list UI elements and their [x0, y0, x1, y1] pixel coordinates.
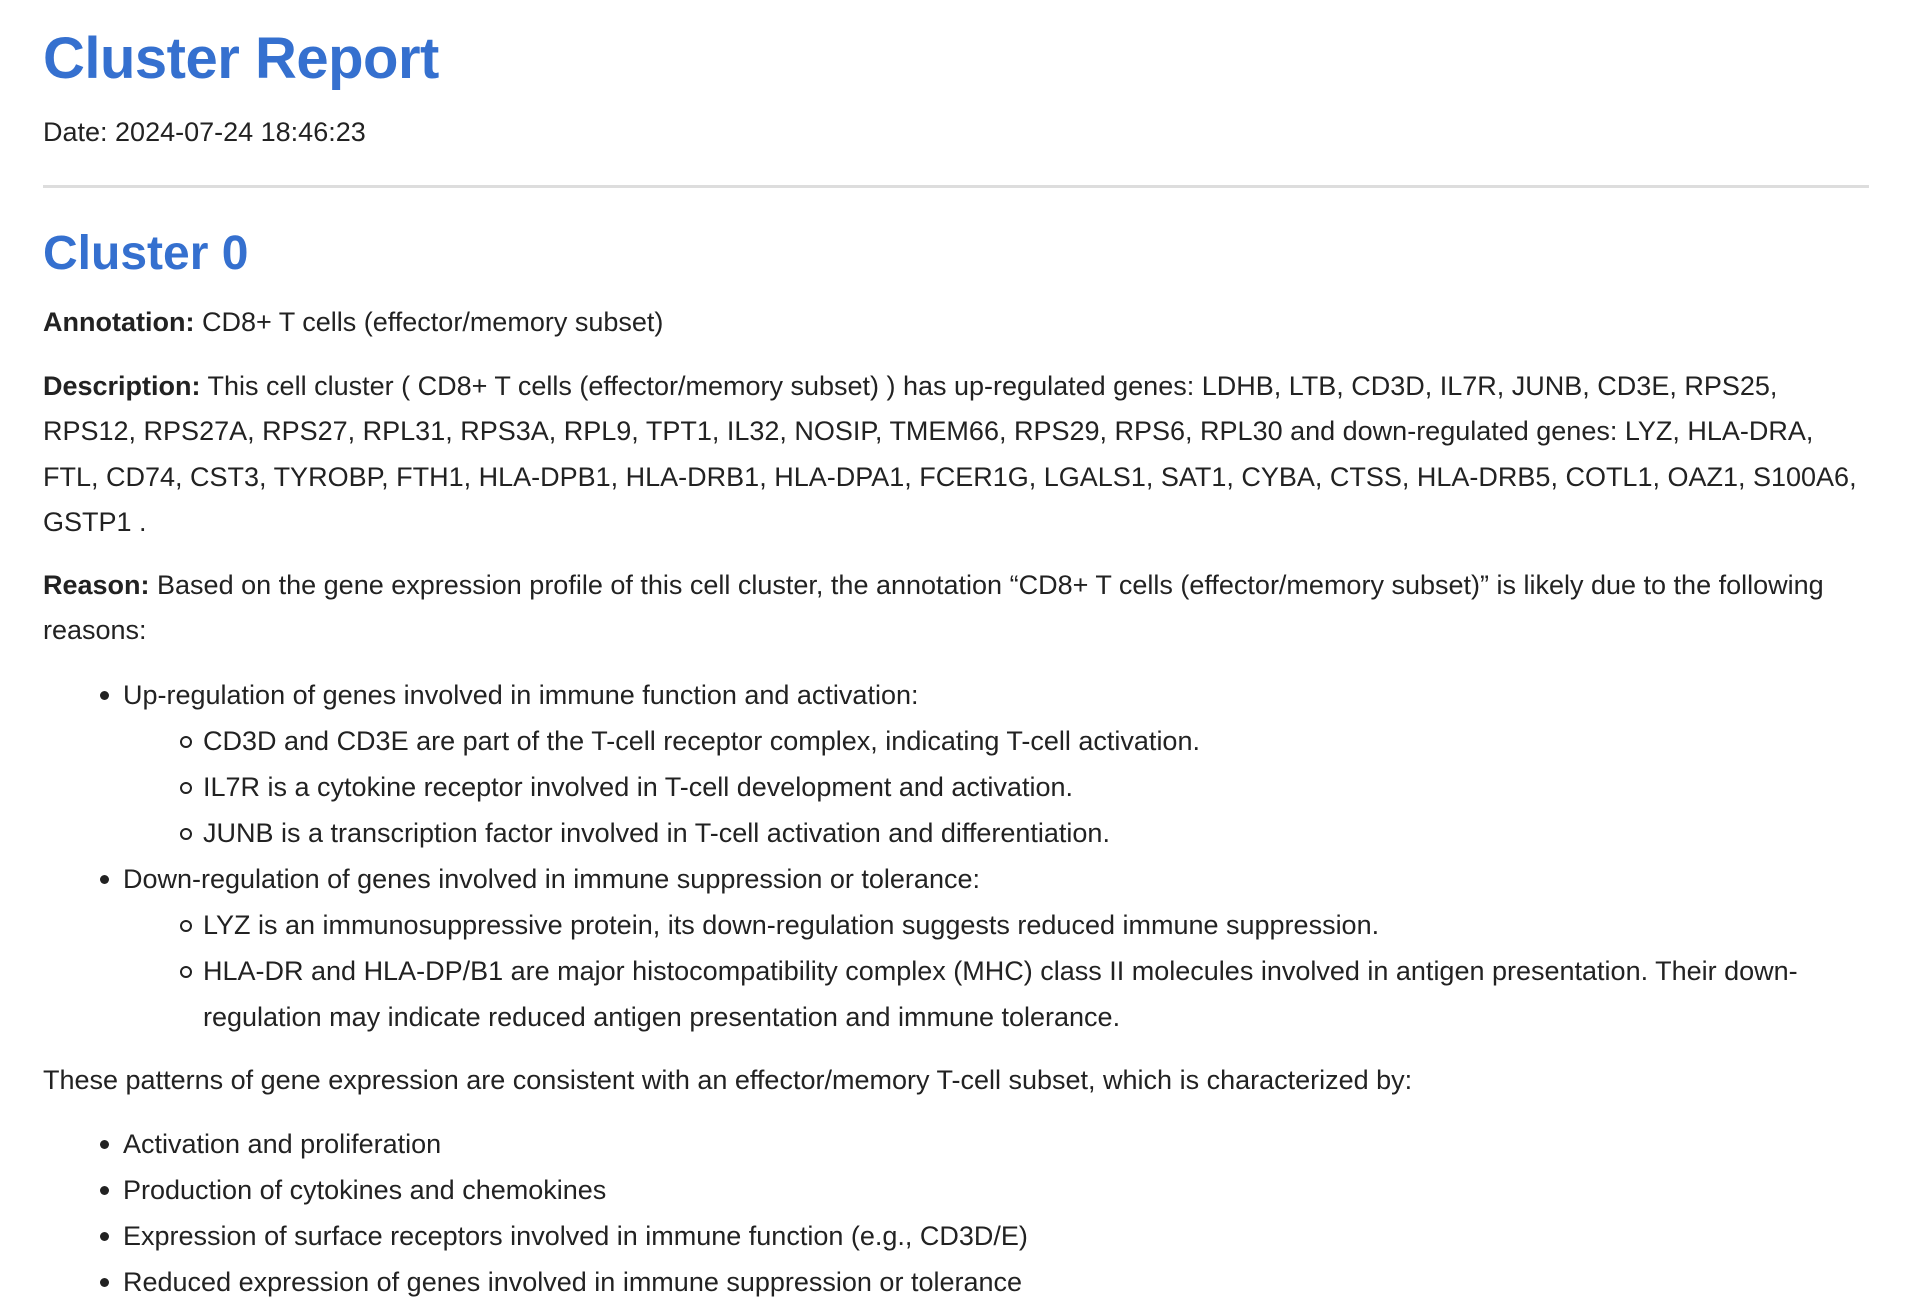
description-label: Description:	[43, 370, 201, 401]
annotation-label: Annotation:	[43, 307, 195, 337]
bullet-dot-icon	[100, 1278, 109, 1287]
reason-subitem-text: LYZ is an immunosuppressive protein, its…	[203, 909, 1380, 940]
reason-subitem-text: JUNB is a transcription factor involved …	[203, 817, 1110, 848]
annotation-text: CD8+ T cells (effector/memory subset)	[194, 307, 664, 337]
feature-item-text: Expression of surface receptors involved…	[123, 1221, 1028, 1251]
description-paragraph: Description: This cell cluster ( CD8+ T …	[43, 364, 1867, 546]
bullet-circle-icon	[180, 781, 192, 794]
reason-text: Based on the gene expression profile of …	[43, 569, 1824, 646]
bullet-dot-icon	[100, 874, 109, 884]
feature-item-text: Activation and proliferation	[123, 1129, 442, 1159]
reason-item-text: Up-regulation of genes involved in immun…	[123, 679, 919, 710]
feature-item-text: Reduced expression of genes involved in …	[123, 1267, 1023, 1297]
reason-subitem-text: HLA-DR and HLA-DP/B1 are major histocomp…	[203, 955, 1798, 1032]
feature-item-text: Production of cytokines and chemokines	[123, 1175, 607, 1205]
bullet-circle-icon	[180, 919, 192, 932]
report-page: Cluster Report Date: 2024-07-24 18:46:23…	[0, 0, 1910, 1305]
cluster-title: Cluster 0	[43, 227, 249, 280]
reason-subitem: LYZ is an immunosuppressive protein, its…	[123, 902, 1867, 948]
reason-subitem: JUNB is a transcription factor involved …	[123, 810, 1867, 856]
section-divider	[43, 185, 1869, 188]
reason-item-downregulation: Down-regulation of genes involved in imm…	[43, 856, 1867, 1040]
bullet-dot-icon	[100, 1232, 109, 1241]
reason-subitem: CD3D and CD3E are part of the T-cell rec…	[123, 718, 1867, 764]
reason-subitems-list: LYZ is an immunosuppressive protein, its…	[123, 902, 1867, 1040]
reason-subitem: IL7R is a cytokine receptor involved in …	[123, 764, 1867, 810]
reason-label: Reason:	[43, 569, 150, 600]
bullet-dot-icon	[100, 690, 109, 700]
report-title: Cluster Report	[43, 26, 439, 91]
bullet-dot-icon	[100, 1186, 109, 1195]
feature-item: Production of cytokines and chemokines	[43, 1167, 1867, 1213]
bullet-dot-icon	[100, 1140, 109, 1149]
reason-subitems-list: CD3D and CD3E are part of the T-cell rec…	[123, 718, 1867, 856]
reason-subitem-text: CD3D and CD3E are part of the T-cell rec…	[203, 725, 1200, 756]
reason-paragraph: Reason: Based on the gene expression pro…	[43, 563, 1867, 654]
annotation-paragraph: Annotation: CD8+ T cells (effector/memor…	[43, 300, 1867, 346]
bullet-circle-icon	[180, 965, 192, 978]
reason-item-upregulation: Up-regulation of genes involved in immun…	[43, 672, 1867, 856]
bullet-circle-icon	[180, 735, 192, 748]
features-list: Activation and proliferation Production …	[43, 1121, 1867, 1305]
reason-subitem-text: IL7R is a cytokine receptor involved in …	[203, 771, 1073, 802]
feature-item: Reduced expression of genes involved in …	[43, 1259, 1867, 1305]
description-text: This cell cluster ( CD8+ T cells (effect…	[43, 370, 1857, 538]
reason-subitem: HLA-DR and HLA-DP/B1 are major histocomp…	[123, 948, 1867, 1040]
summary-paragraph: These patterns of gene expression are co…	[43, 1064, 1413, 1095]
reasons-list: Up-regulation of genes involved in immun…	[43, 672, 1867, 1040]
bullet-circle-icon	[180, 827, 192, 840]
reason-item-text: Down-regulation of genes involved in imm…	[123, 863, 980, 894]
feature-item: Activation and proliferation	[43, 1121, 1867, 1167]
report-date: Date: 2024-07-24 18:46:23	[43, 117, 366, 147]
feature-item: Expression of surface receptors involved…	[43, 1213, 1867, 1259]
